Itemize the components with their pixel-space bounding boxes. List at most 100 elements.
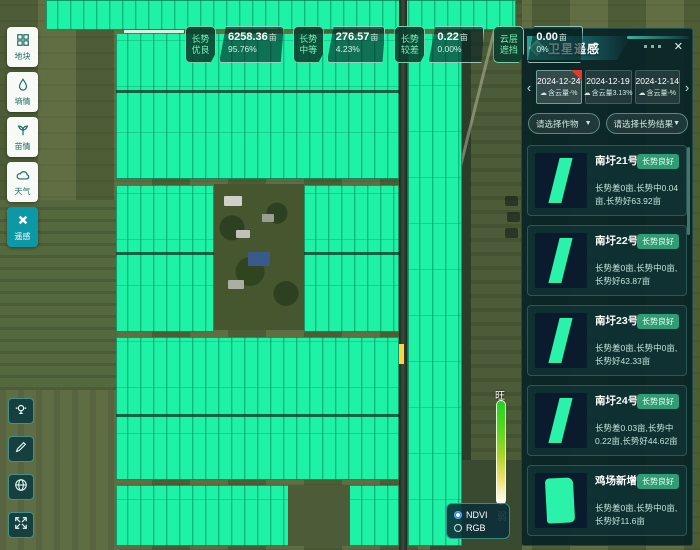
remote-sensing-satellite-icon	[16, 213, 30, 232]
stat-group-cloud: 云层遮挡 0.00亩 0%	[493, 26, 583, 63]
field-card[interactable]: 南圩21号路南 长势良好 长势差0亩,长势中0.04亩,长势好63.92亩	[527, 145, 687, 216]
ndvi-gradient-bar	[496, 400, 506, 505]
chevron-down-icon: ▼	[585, 120, 592, 127]
radio-selected-icon	[454, 511, 462, 519]
filter-row: 请选择作物 ▼ 请选择长势结果 ▼	[528, 113, 688, 134]
stat-percent: 95.76%	[228, 44, 277, 54]
weather-cloud-icon	[16, 168, 30, 187]
sidebar-item-seedling[interactable]: 苗情	[7, 117, 38, 157]
stat-area: 276.57	[336, 31, 370, 43]
field-thumbnail	[535, 233, 587, 288]
date-tabs: ‹ 2024-12-24 ☁含云量-% 2024-12-19 ☁含云量3.13%…	[525, 69, 691, 105]
stat-area: 6258.36	[228, 31, 268, 43]
cloud-icon: ☁	[638, 89, 645, 97]
cloud-icon: ☁	[540, 89, 547, 97]
village-area	[214, 184, 304, 330]
field-boundary	[304, 252, 399, 255]
stat-group-medium: 长势中等 276.57亩 4.23%	[293, 26, 386, 63]
sidebar-item-label: 苗情	[15, 143, 31, 151]
growth-badge: 长势良好	[637, 314, 679, 329]
panel-scrollbar[interactable]	[687, 147, 690, 235]
stat-area: 0.22	[437, 31, 458, 43]
field-card[interactable]: 鸡场新增耕地西 长势良好 长势差0亩,长势中0亩,长势好11.6亩	[527, 465, 687, 536]
sidebar-item-label: 墒情	[15, 98, 31, 106]
date-tab[interactable]: 2024-12-14 ☁含云量-%	[635, 70, 680, 104]
field-thumbnail	[535, 473, 587, 528]
radio-unselected-icon	[454, 524, 462, 532]
tool-satellite-button[interactable]	[8, 398, 34, 424]
map-label-tag	[507, 212, 520, 222]
stat-group-excellent: 长势优良 6258.36亩 95.76%	[185, 26, 284, 63]
sidebar-item-weather[interactable]: 天气	[7, 162, 38, 202]
growth-stats-bar: 长势优良 6258.36亩 95.76% 长势中等 276.57亩 4.23% …	[185, 26, 583, 63]
layer-option-rgb[interactable]: RGB	[454, 523, 509, 533]
tool-globe-button[interactable]	[8, 474, 34, 500]
field-card[interactable]: 南圩24号路南 长势良好 长势差0.03亩,长势中0.22亩,长势好44.62亩	[527, 385, 687, 456]
field-desc: 长势差0亩,长势中0.04亩,长势好63.92亩	[595, 182, 679, 208]
sidebar-item-label: 天气	[15, 188, 31, 196]
sidebar-item-moisture[interactable]: 墒情	[7, 72, 38, 112]
close-icon[interactable]: ✕	[670, 38, 687, 55]
chevron-down-icon: ▼	[673, 120, 680, 127]
satellite-panel: 卫星遥感 ✕ ‹ 2024-12-24 ☁含云量-% 2024-12-19 ☁含…	[521, 28, 693, 546]
field-overlay[interactable]	[408, 33, 462, 546]
growth-result-select[interactable]: 请选择长势结果 ▼	[606, 113, 688, 134]
field-desc: 长势差0.03亩,长势中0.22亩,长势好44.62亩	[595, 422, 679, 448]
sidebar-item-remote-sensing[interactable]: 遥感	[7, 207, 38, 247]
prev-date-icon[interactable]: ‹	[525, 81, 533, 94]
field-card-list: 南圩21号路南 长势良好 长势差0亩,长势中0.04亩,长势好63.92亩 南圩…	[527, 145, 687, 541]
layer-option-ndvi[interactable]: NDVI	[454, 510, 509, 520]
field-thumbnail	[535, 393, 587, 448]
stat-value-box: 6258.36亩 95.76%	[219, 26, 284, 63]
growth-badge: 长势良好	[637, 234, 679, 249]
stat-percent: 0.00%	[437, 44, 477, 54]
field-desc: 长势差0亩,长势中0亩,长势好42.33亩	[595, 342, 679, 368]
sidebar-item-plots[interactable]: 地块	[7, 27, 38, 67]
new-badge-icon	[571, 70, 582, 81]
moisture-drop-icon	[16, 78, 30, 97]
stat-percent: 4.23%	[336, 44, 379, 54]
field-overlay[interactable]	[116, 185, 214, 332]
sidebar-item-label: 遥感	[15, 233, 31, 241]
stat-value-box: 0.22亩 0.00%	[428, 26, 484, 63]
field-thumbnail	[535, 153, 587, 208]
terrain-patch	[288, 485, 350, 546]
field-card[interactable]: 南圩23号路南 长势良好 长势差0亩,长势中0亩,长势好42.33亩	[527, 305, 687, 376]
sidebar-item-label: 地块	[15, 53, 31, 61]
layer-toggle-panel: NDVI RGB	[446, 503, 510, 539]
field-boundary	[116, 414, 399, 417]
globe-icon	[14, 478, 28, 497]
stat-chip: 长势较差	[394, 26, 425, 63]
growth-badge: 长势良好	[637, 154, 679, 169]
stat-chip: 云层遮挡	[493, 26, 524, 63]
field-overlay[interactable]	[116, 485, 399, 546]
crop-select[interactable]: 请选择作物 ▼	[528, 113, 600, 134]
map-label-tag	[505, 196, 518, 206]
cloud-icon: ☁	[584, 89, 591, 97]
plot-grid-icon	[16, 33, 30, 52]
map-label-tag	[505, 228, 518, 238]
tool-fullscreen-button[interactable]	[8, 512, 34, 538]
measure-pencil-icon	[14, 440, 28, 459]
stat-chip: 长势优良	[185, 26, 216, 63]
stat-value-box: 0.00亩 0%	[527, 26, 583, 63]
field-overlay[interactable]	[116, 337, 399, 480]
stat-value-box: 276.57亩 4.23%	[327, 26, 386, 63]
field-overlay[interactable]	[304, 185, 399, 332]
stat-percent: 0%	[536, 44, 576, 54]
satellite-tool-icon	[14, 402, 28, 421]
field-desc: 长势差0亩,长势中0亩,长势好63.87亩	[595, 262, 679, 288]
seedling-icon	[16, 123, 30, 142]
next-date-icon[interactable]: ›	[683, 81, 691, 94]
date-tab[interactable]: 2024-12-19 ☁含云量3.13%	[585, 70, 632, 104]
field-boundary	[116, 90, 399, 93]
field-thumbnail	[535, 313, 587, 368]
date-tab[interactable]: 2024-12-24 ☁含云量-%	[536, 70, 581, 104]
header-dots	[644, 45, 661, 48]
road	[399, 0, 407, 550]
growth-badge: 长势良好	[637, 474, 679, 489]
fullscreen-expand-icon	[14, 516, 28, 535]
field-card[interactable]: 南圩22号路南 长势良好 长势差0亩,长势中0亩,长势好63.87亩	[527, 225, 687, 296]
tool-measure-button[interactable]	[8, 436, 34, 462]
field-desc: 长势差0亩,长势中0亩,长势好11.6亩	[595, 502, 679, 528]
